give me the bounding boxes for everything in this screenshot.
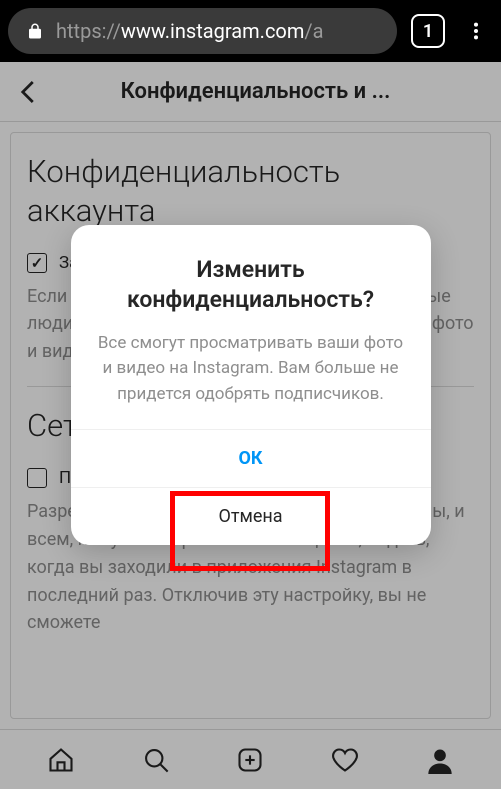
confirm-modal: Изменить конфиденциальность? Все смогут … — [71, 225, 431, 545]
tabs-button[interactable]: 1 — [411, 14, 445, 48]
browser-bar: https://www.instagram.com/a 1 — [0, 0, 501, 62]
modal-cancel-button[interactable]: Отмена — [71, 487, 431, 545]
lock-icon — [26, 22, 44, 40]
modal-body: Изменить конфиденциальность? Все смогут … — [71, 225, 431, 429]
modal-text: Все смогут просматривать ваши фото и вид… — [95, 331, 407, 408]
url-bar[interactable]: https://www.instagram.com/a — [8, 8, 397, 54]
modal-ok-button[interactable]: ОК — [71, 429, 431, 487]
modal-title: Изменить конфиденциальность? — [95, 255, 407, 315]
url-text: https://www.instagram.com/a — [56, 19, 324, 43]
vertical-dots-icon — [465, 20, 487, 42]
browser-menu-button[interactable] — [459, 14, 493, 48]
